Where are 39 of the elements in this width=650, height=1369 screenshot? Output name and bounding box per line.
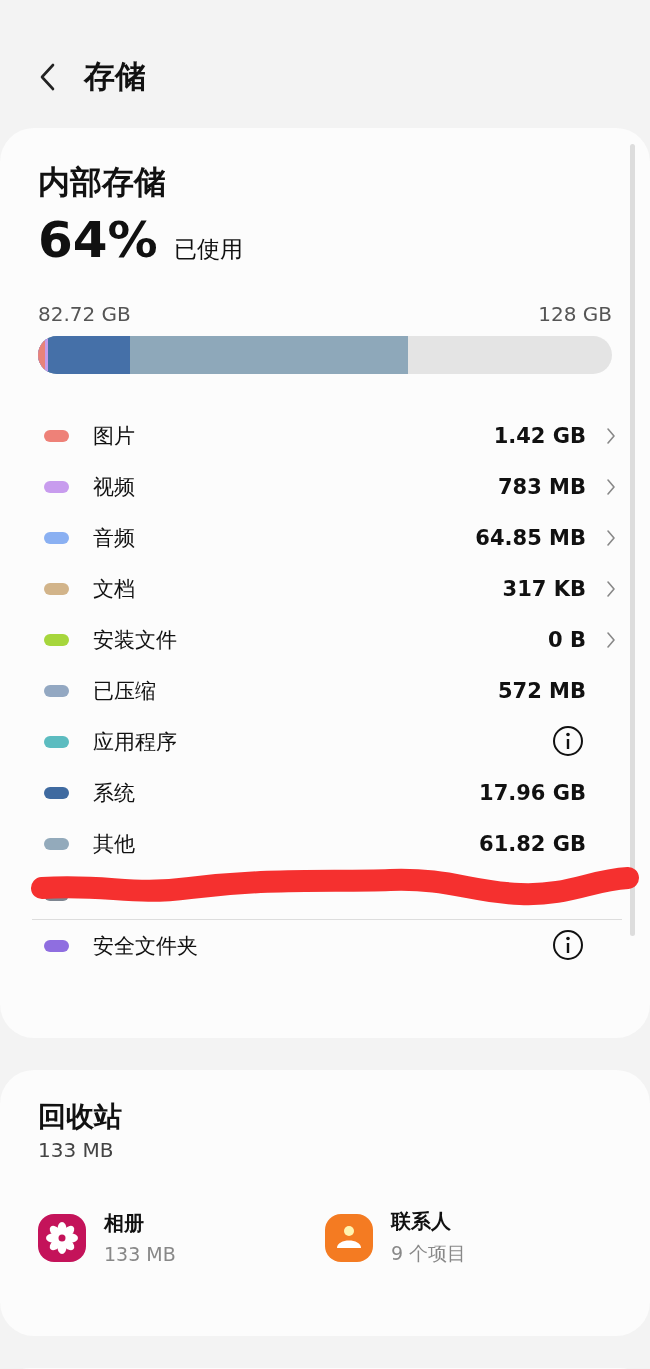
category-size: 0 B [548, 627, 586, 652]
category-name[interactable]: 其他 [93, 829, 479, 858]
app-name[interactable]: 相册 [104, 1210, 176, 1237]
person-icon[interactable] [325, 1213, 373, 1262]
category-name[interactable]: 安装文件 [93, 625, 549, 654]
chevron-icon [606, 528, 616, 547]
total-size: 128 GB [538, 302, 612, 326]
usage-label: 已使用 [173, 235, 243, 264]
used-size: 82.72 GB [38, 302, 131, 326]
app-name[interactable]: 联系人 [391, 1208, 467, 1235]
section-title: 内部存储 [38, 162, 167, 203]
chevron-icon [606, 477, 616, 496]
chevron-icon [606, 630, 616, 649]
category-name[interactable]: 图片 [93, 421, 494, 450]
category-size: 1.42 GB [493, 423, 586, 448]
info-icon[interactable] [552, 929, 584, 961]
recycle-size: 133 MB [38, 1138, 115, 1162]
category-size: 64.85 MB [475, 525, 586, 550]
category-size: 783 MB [497, 474, 586, 499]
category-size: 61.82 GB [479, 831, 586, 856]
flower-icon[interactable] [38, 1213, 86, 1262]
category-name[interactable]: 安全文件夹 [93, 931, 586, 960]
app-detail: 133 MB [104, 1243, 176, 1265]
category-size: 317 KB [502, 576, 586, 601]
category-size: 17.96 GB [479, 780, 586, 805]
app-detail: 9 个项目 [391, 1241, 467, 1266]
info-icon[interactable] [552, 725, 584, 757]
page-title: 存储 [84, 57, 146, 96]
chevron-icon [606, 426, 616, 445]
category-name[interactable]: 文档 [93, 574, 503, 603]
category-name[interactable]: 音频 [93, 523, 476, 552]
chevron-icon [606, 579, 616, 598]
section-title: 回收站 [38, 1099, 123, 1135]
category-name[interactable]: 视频 [93, 472, 498, 501]
category-name[interactable]: 系统 [93, 778, 479, 807]
category-name[interactable]: 已压缩 [93, 676, 498, 705]
category-size: 572 MB [497, 678, 586, 703]
usage-percent: 64% [38, 210, 158, 271]
category-name[interactable]: 应用程序 [93, 727, 586, 756]
